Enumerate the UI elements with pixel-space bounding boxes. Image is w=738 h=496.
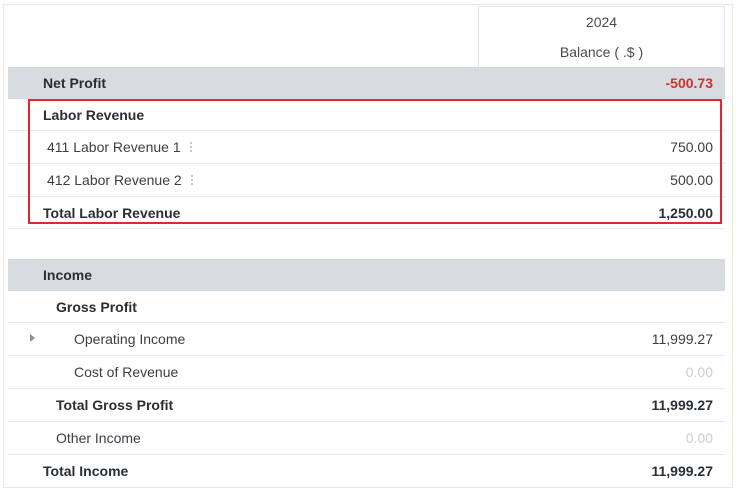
cost-of-revenue-value: 0.00 [685,364,713,380]
account-value-411[interactable]: 750.00 [670,131,713,164]
total-gross-profit-row: Total Gross Profit 11,999.27 [8,389,725,422]
net-profit-label: Net Profit [43,75,106,91]
account-row-411[interactable]: 411 Labor Revenue 1 750.00 [8,131,725,164]
cost-of-revenue-row[interactable]: Cost of Revenue 0.00 [8,356,725,389]
drag-handle-icon[interactable] [190,175,193,188]
operating-income-value[interactable]: 11,999.27 [652,323,713,356]
net-profit-value: -500.73 [665,75,713,91]
operating-income-row[interactable]: Operating Income 11,999.27 [8,323,725,356]
operating-income-label[interactable]: Operating Income [74,323,185,356]
total-labor-revenue-value: 1,250.00 [658,205,714,221]
account-row-412[interactable]: 412 Labor Revenue 2 500.00 [8,164,725,197]
account-label-411[interactable]: 411 Labor Revenue 1 [47,139,181,155]
net-profit-row: Net Profit -500.73 [8,67,725,99]
gross-profit-header-row: Gross Profit [8,291,725,323]
other-income-value: 0.00 [685,430,713,446]
expand-caret-icon[interactable] [30,334,35,342]
gross-profit-title: Gross Profit [56,299,137,315]
account-label-412[interactable]: 412 Labor Revenue 2 [47,172,182,188]
total-labor-revenue-label: Total Labor Revenue [43,205,181,221]
account-value-412[interactable]: 500.00 [670,164,713,197]
cost-of-revenue-label[interactable]: Cost of Revenue [74,356,178,389]
total-labor-revenue-row: Total Labor Revenue 1,250.00 [8,197,725,229]
income-title: Income [43,267,93,283]
drag-handle-icon[interactable] [189,142,192,155]
labor-revenue-title: Labor Revenue [43,107,145,123]
income-header-row: Income [8,259,725,291]
balance-column-header: Balance ( .$ ) [478,37,725,67]
other-income-row[interactable]: Other Income 0.00 [8,422,725,455]
total-gross-profit-value: 11,999.27 [651,397,713,413]
year-column-header[interactable]: 2024 [478,6,725,37]
labor-revenue-header-row: Labor Revenue [8,99,725,131]
total-income-row: Total Income 11,999.27 [8,455,725,487]
total-income-value: 11,999.27 [651,463,713,479]
total-income-label: Total Income [43,463,129,479]
total-gross-profit-label: Total Gross Profit [56,397,174,413]
other-income-label[interactable]: Other Income [56,422,141,455]
